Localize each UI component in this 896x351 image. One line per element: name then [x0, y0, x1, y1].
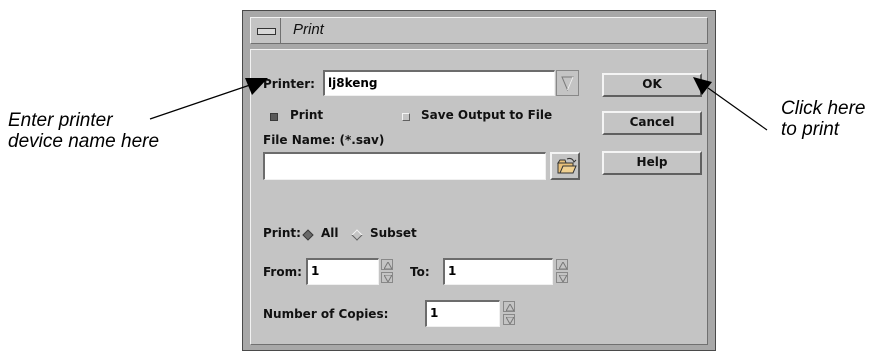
callout-arrow-left	[149, 78, 268, 120]
callout-arrows	[149, 77, 768, 131]
callout-arrow-right	[693, 77, 768, 131]
